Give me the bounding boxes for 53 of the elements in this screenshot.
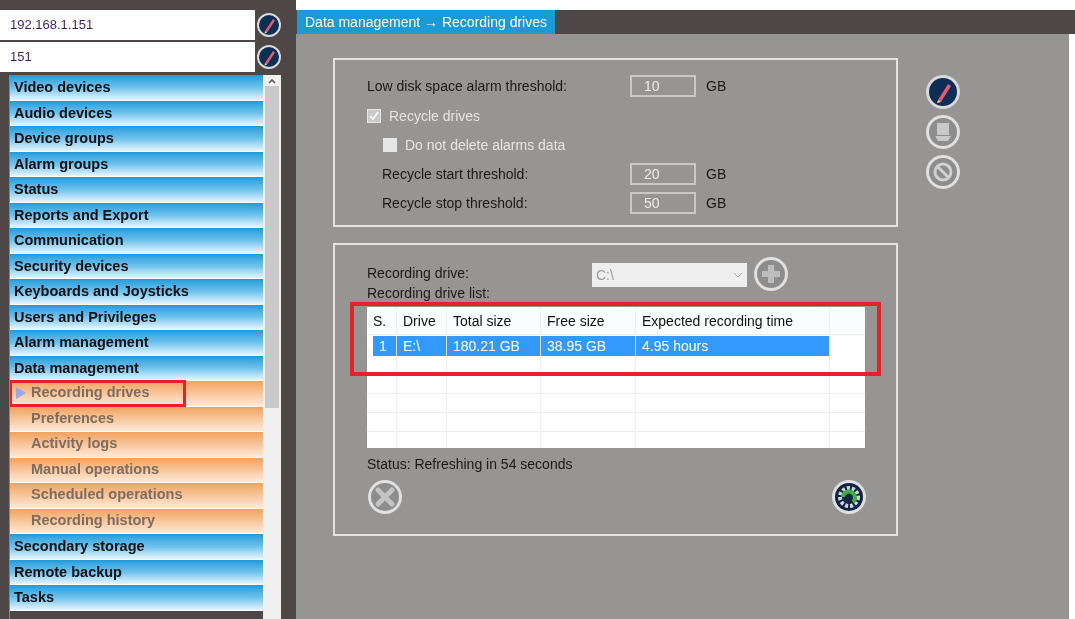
unit-label: GB: [706, 193, 727, 213]
arrow-icon: [15, 387, 26, 400]
checkbox-label: Recycle drives: [389, 106, 481, 126]
scroll-thumb[interactable]: [265, 86, 279, 408]
table-cell: 4.95 hours: [636, 336, 830, 356]
delete-button[interactable]: [367, 479, 403, 515]
address-field[interactable]: 192.168.1.151: [0, 10, 255, 40]
chevron-down-icon: [733, 272, 743, 278]
checkbox[interactable]: [367, 109, 381, 123]
menu-group[interactable]: Security devices: [10, 253, 263, 279]
scrollbar[interactable]: [263, 75, 281, 619]
list-label: Recording drive list:: [367, 284, 490, 303]
unit-label: GB: [706, 76, 727, 96]
field-label: Recording drive:: [367, 263, 470, 283]
column-header[interactable]: Expected recording time: [636, 307, 830, 334]
column-header[interactable]: Drive: [397, 307, 447, 334]
add-button[interactable]: [753, 256, 789, 292]
field-label: Recycle stop threshold:: [382, 193, 529, 213]
cancel-button[interactable]: [925, 154, 961, 190]
menu-group[interactable]: Tasks: [10, 585, 263, 611]
table-cell: 1: [373, 336, 397, 356]
menu-group[interactable]: Alarm groups: [10, 151, 263, 177]
status-text: Status: Refreshing in 54 seconds: [367, 455, 573, 474]
menu-group[interactable]: Audio devices: [10, 100, 263, 126]
checkbox-label: Do not delete alarms data: [405, 135, 566, 155]
menu-group[interactable]: Video devices: [10, 75, 263, 101]
refresh-button[interactable]: [831, 479, 867, 515]
edit-icon[interactable]: [256, 12, 282, 38]
edit-button[interactable]: [925, 74, 961, 110]
menu-group[interactable]: Keyboards and Joysticks: [10, 279, 263, 305]
column-header[interactable]: Free size: [541, 307, 636, 334]
unit-label: GB: [706, 164, 727, 184]
scroll-up-icon[interactable]: [268, 79, 276, 84]
menu-group[interactable]: Device groups: [10, 126, 263, 152]
checkbox[interactable]: [383, 138, 397, 152]
breadcrumb-title: Data management → Recording drives: [297, 10, 555, 34]
column-header[interactable]: Total size: [447, 307, 541, 334]
field-label: Recycle start threshold:: [382, 164, 530, 184]
table-cell: E:\: [397, 336, 447, 356]
menu-group[interactable]: Reports and Export: [10, 202, 263, 228]
menu-group[interactable]: Data management: [10, 355, 263, 381]
menu-group[interactable]: Secondary storage: [10, 534, 263, 560]
edit-icon[interactable]: [256, 44, 282, 70]
port-field[interactable]: 151: [0, 42, 255, 72]
menu-group[interactable]: Users and Privileges: [10, 304, 263, 330]
field-label: Low disk space alarm threshold:: [367, 76, 568, 96]
table-cell: 38.95 GB: [541, 336, 636, 356]
menu-group[interactable]: Status: [10, 177, 263, 203]
menu-group[interactable]: Communication: [10, 228, 263, 254]
table-cell: 180.21 GB: [447, 336, 541, 356]
menu-group[interactable]: Remote backup: [10, 559, 263, 585]
menu-group[interactable]: Alarm management: [10, 330, 263, 356]
column-header[interactable]: S.: [367, 307, 397, 334]
